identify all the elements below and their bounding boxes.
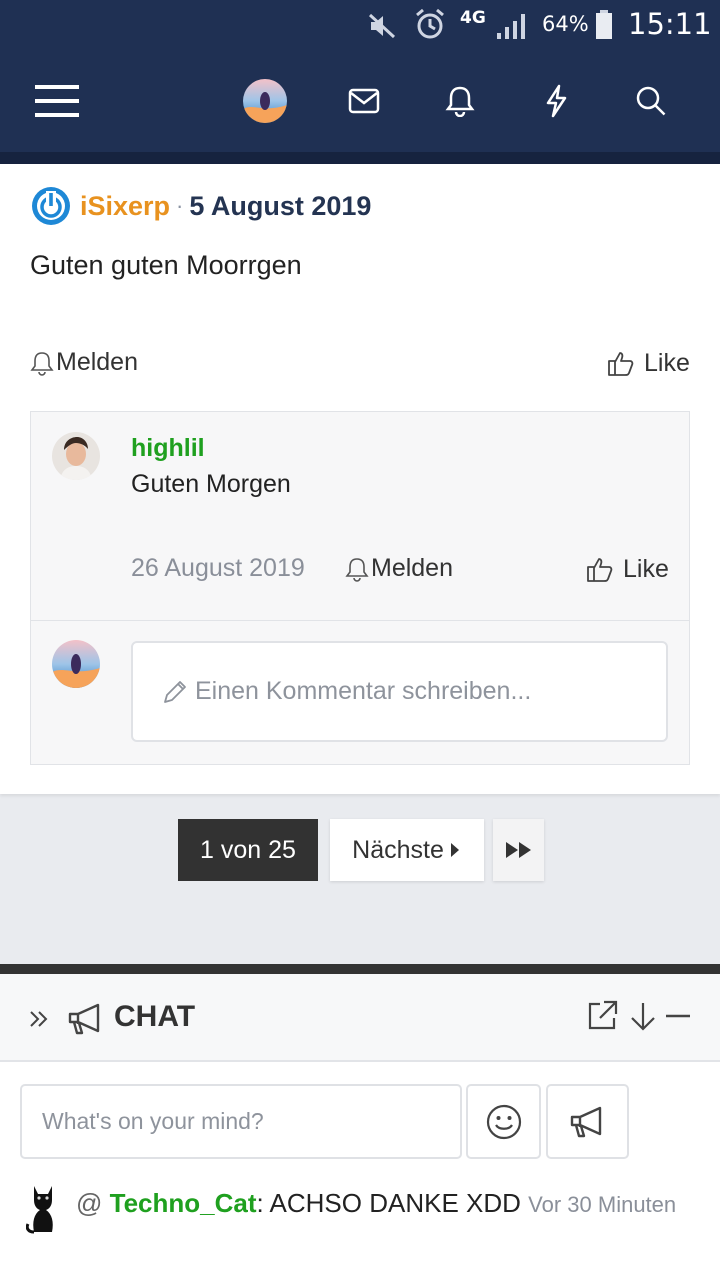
mention-symbol: @ [76, 1188, 103, 1218]
comment-like-label: Like [623, 554, 669, 583]
avatar [52, 640, 100, 688]
post-header: iSixerp · 5 August 2019 [30, 186, 371, 226]
divider [31, 620, 689, 621]
report-label: Melden [56, 348, 138, 376]
expand-icon[interactable] [28, 1008, 50, 1030]
comment-date[interactable]: 26 August 2019 [131, 554, 305, 583]
bell-icon [345, 557, 369, 582]
notifications-button[interactable] [430, 76, 490, 126]
comment-report-label: Melden [371, 554, 453, 582]
post-card: iSixerp · 5 August 2019 Guten guten Moor… [0, 164, 720, 794]
emoji-button[interactable] [466, 1084, 541, 1159]
comment-author[interactable]: highlil [131, 434, 205, 463]
pagination-last-button[interactable] [493, 819, 544, 881]
like-label: Like [644, 348, 690, 377]
bolt-icon [546, 84, 567, 118]
nav-bar [0, 60, 720, 150]
avatar[interactable] [26, 1182, 60, 1238]
smiley-icon [486, 1104, 521, 1139]
activity-button[interactable] [526, 76, 586, 126]
minimize-icon[interactable] [664, 1000, 692, 1034]
status-bar: 4G 64% 15:11 [0, 0, 720, 52]
comment-like-button[interactable]: Like [585, 554, 669, 584]
comment-section: highlil Guten Morgen 26 August 2019 Meld… [30, 411, 690, 765]
chat-title: CHAT [114, 1000, 196, 1033]
like-button[interactable]: Like [606, 348, 690, 378]
report-button[interactable]: Melden [30, 348, 138, 377]
caret-right-icon [450, 843, 459, 857]
battery-icon [594, 9, 614, 41]
mute-icon [366, 10, 398, 42]
pagination-current: 1 von 25 [178, 819, 318, 881]
chat-panel: CHAT What's on your mind? @ Techno_Cat: … [0, 974, 720, 1280]
alarm-icon [412, 6, 448, 42]
arrow-down-icon[interactable] [628, 1000, 658, 1034]
chat-input[interactable]: What's on your mind? [20, 1084, 462, 1159]
post-author[interactable]: iSixerp [80, 191, 170, 222]
search-button[interactable] [621, 76, 681, 126]
shout-button[interactable] [546, 1084, 629, 1159]
clock: 15:11 [628, 7, 712, 41]
chat-message-user[interactable]: Techno_Cat [110, 1188, 257, 1218]
megaphone-icon [68, 1003, 100, 1035]
chat-message: @ Techno_Cat: ACHSO DANKE XDD Vor 30 Min… [20, 1178, 700, 1234]
header-divider [0, 152, 720, 164]
battery-percent: 64% [542, 12, 589, 36]
chat-top-bar [0, 964, 720, 974]
network-type: 4G [460, 8, 486, 28]
pencil-icon [164, 680, 186, 703]
search-icon [636, 86, 666, 116]
comment-text: Guten Morgen [131, 470, 291, 498]
post-date[interactable]: 5 August 2019 [189, 191, 371, 222]
megaphone-icon [570, 1106, 601, 1137]
chat-header: CHAT [0, 974, 720, 1062]
post-body: Guten guten Moorrgen [30, 250, 302, 280]
chat-message-text: : ACHSO DANKE XDD [256, 1188, 521, 1218]
comment-report-button[interactable]: Melden [345, 554, 453, 583]
app-header: 4G 64% 15:11 [0, 0, 720, 162]
menu-button[interactable] [27, 76, 87, 126]
pagination-next-label: Nächste [352, 835, 444, 864]
bell-icon [445, 86, 475, 117]
power-icon[interactable] [30, 185, 72, 227]
bell-icon [30, 351, 54, 376]
separator: · [176, 193, 184, 218]
pagination-next-button[interactable]: Nächste [330, 819, 484, 881]
signal-icon [494, 10, 530, 42]
profile-button[interactable] [235, 76, 295, 126]
avatar [243, 79, 287, 123]
avatar[interactable] [52, 432, 100, 480]
menu-icon [35, 85, 79, 117]
thumbs-up-icon [608, 352, 634, 376]
comment-input[interactable]: Einen Kommentar schreiben... [131, 641, 668, 742]
popout-icon[interactable] [586, 998, 620, 1032]
mail-icon [348, 88, 380, 114]
fast-forward-icon [505, 842, 531, 858]
chat-message-time: Vor 30 Minuten [528, 1192, 677, 1217]
thumbs-up-icon [587, 558, 613, 582]
comment-input-placeholder: Einen Kommentar schreiben... [195, 677, 532, 705]
messages-button[interactable] [334, 76, 394, 126]
